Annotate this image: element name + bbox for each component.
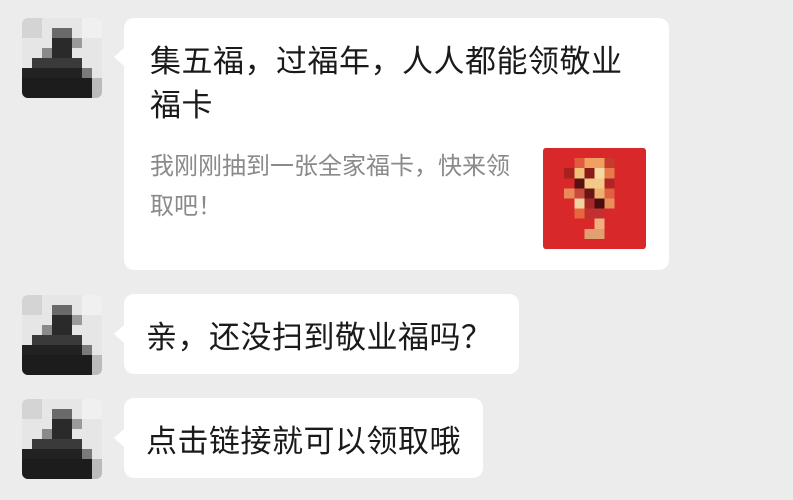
message-text: 亲，还没扫到敬业福吗？ [146,319,493,356]
link-card-thumbnail [543,148,646,249]
sender-avatar[interactable] [22,295,102,375]
pixelated-avatar-icon [22,295,102,375]
link-card-description: 我刚刚抽到一张全家福卡，快来领取吧！ [150,152,510,220]
sender-avatar[interactable] [22,399,102,479]
sender-avatar[interactable] [22,18,102,98]
link-card-title: 集五福，过福年，人人都能领敬业福卡 [150,44,623,124]
link-card-message[interactable]: 集五福，过福年，人人都能领敬业福卡 我刚刚抽到一张全家福卡，快来领取吧！ [114,18,669,270]
pixelated-avatar-icon [22,18,102,98]
red-envelope-thumbnail-icon [544,148,645,249]
pixelated-avatar-icon [22,399,102,479]
text-message[interactable]: 点击链接就可以领取哦 [114,398,483,478]
text-message[interactable]: 亲，还没扫到敬业福吗？ [114,294,519,374]
message-text: 点击链接就可以领取哦 [146,423,461,460]
